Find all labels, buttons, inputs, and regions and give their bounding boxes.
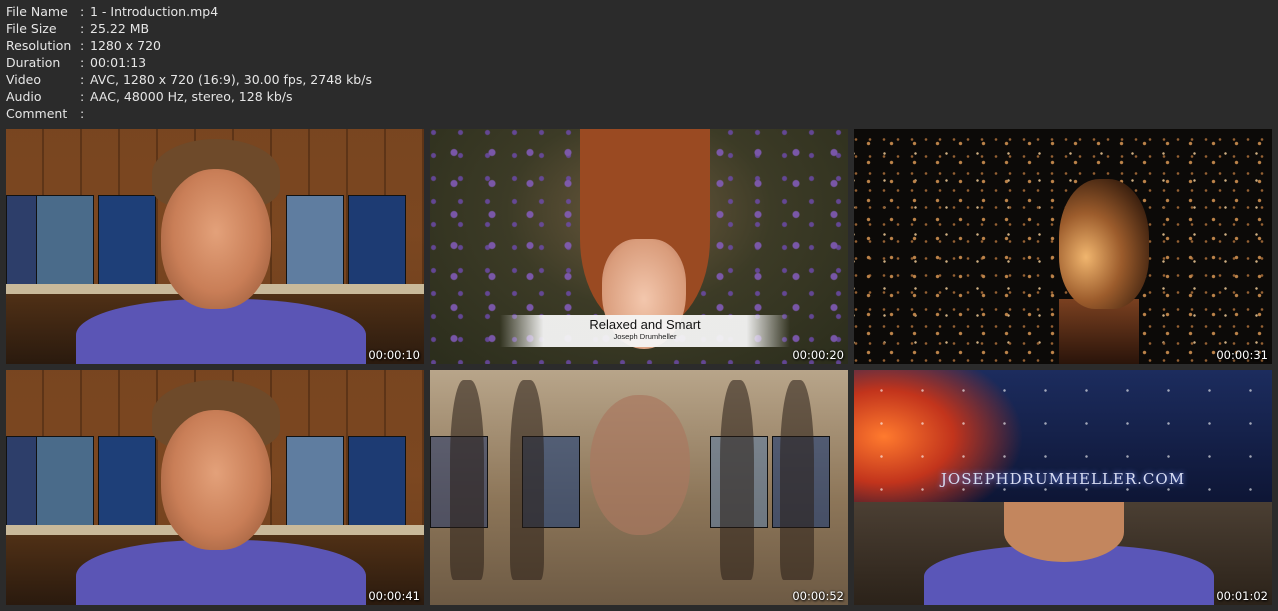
info-label: Comment <box>6 106 68 121</box>
info-row-audio: Audio: AAC, 48000 Hz, stereo, 128 kb/s <box>6 88 372 105</box>
thumbnail-1[interactable]: 00:00:10 <box>6 129 424 364</box>
info-separator: : <box>80 89 85 104</box>
info-label: File Size <box>6 21 57 36</box>
info-separator: : <box>80 4 85 19</box>
timestamp: 00:00:41 <box>368 589 420 603</box>
media-info-panel: File Name:1 - Introduction.mp4 File Size… <box>6 3 372 122</box>
website-title: JOSEPHDRUMHELLER.COM <box>940 470 1186 488</box>
book-cover <box>348 195 406 287</box>
walking-silhouette <box>780 380 814 580</box>
person-face <box>590 395 690 535</box>
walking-silhouette <box>450 380 484 580</box>
caption-title: Relaxed and Smart <box>589 317 701 332</box>
info-separator: : <box>80 38 85 53</box>
thumbnail-4[interactable]: 00:00:41 <box>6 370 424 605</box>
book-cover <box>98 195 156 287</box>
info-value: AAC, 48000 Hz, stereo, 128 kb/s <box>90 89 293 104</box>
info-row-resolution: Resolution:1280 x 720 <box>6 37 372 54</box>
book-cover <box>286 195 344 287</box>
info-row-video: Video: AVC, 1280 x 720 (16:9), 30.00 fps,… <box>6 71 372 88</box>
book-cover <box>36 436 94 528</box>
timestamp: 00:00:10 <box>368 348 420 362</box>
person-chin <box>1004 502 1124 562</box>
info-separator: : <box>80 72 85 87</box>
thumbnail-2[interactable]: Relaxed and Smart Joseph Drumheller 00:0… <box>430 129 848 364</box>
info-row-file-size: File Size:25.22 MB <box>6 20 372 37</box>
book-cover <box>286 436 344 528</box>
info-row-duration: Duration:00:01:13 <box>6 54 372 71</box>
thumbnail-6[interactable]: JOSEPHDRUMHELLER.COM 00:01:02 <box>854 370 1272 605</box>
thumbnail-grid: 00:00:10 Relaxed and Smart Joseph Drumhe… <box>6 129 1272 605</box>
walking-silhouette <box>510 380 544 580</box>
book-cover <box>98 436 156 528</box>
info-value: 00:01:13 <box>90 55 147 70</box>
person-face <box>161 169 271 309</box>
timestamp: 00:00:52 <box>792 589 844 603</box>
info-label: Audio <box>6 89 42 104</box>
book-cover <box>36 195 94 287</box>
info-separator: : <box>80 55 85 70</box>
thumbnail-5[interactable]: 00:00:52 <box>430 370 848 605</box>
caption-subtitle: Joseph Drumheller <box>613 332 677 341</box>
info-label: Duration <box>6 55 61 70</box>
info-row-file-name: File Name:1 - Introduction.mp4 <box>6 3 372 20</box>
info-label: Resolution <box>6 38 72 53</box>
info-value: 1 - Introduction.mp4 <box>90 4 219 19</box>
book-cover <box>348 436 406 528</box>
info-value: 25.22 MB <box>90 21 150 36</box>
person-head <box>1059 179 1149 309</box>
thumbnail-3[interactable]: 00:00:31 <box>854 129 1272 364</box>
timestamp: 00:01:02 <box>1216 589 1268 603</box>
timestamp: 00:00:20 <box>792 348 844 362</box>
lower-third-caption: Relaxed and Smart Joseph Drumheller <box>500 315 790 347</box>
timestamp: 00:00:31 <box>1216 348 1268 362</box>
info-value: AVC, 1280 x 720 (16:9), 30.00 fps, 2748 … <box>90 72 372 87</box>
info-value: 1280 x 720 <box>90 38 162 53</box>
info-separator: : <box>80 21 85 36</box>
info-row-comment: Comment: <box>6 105 372 122</box>
walking-silhouette <box>720 380 754 580</box>
info-label: Video <box>6 72 42 87</box>
info-label: File Name <box>6 4 68 19</box>
info-separator: : <box>80 106 85 121</box>
person-face <box>161 410 271 550</box>
